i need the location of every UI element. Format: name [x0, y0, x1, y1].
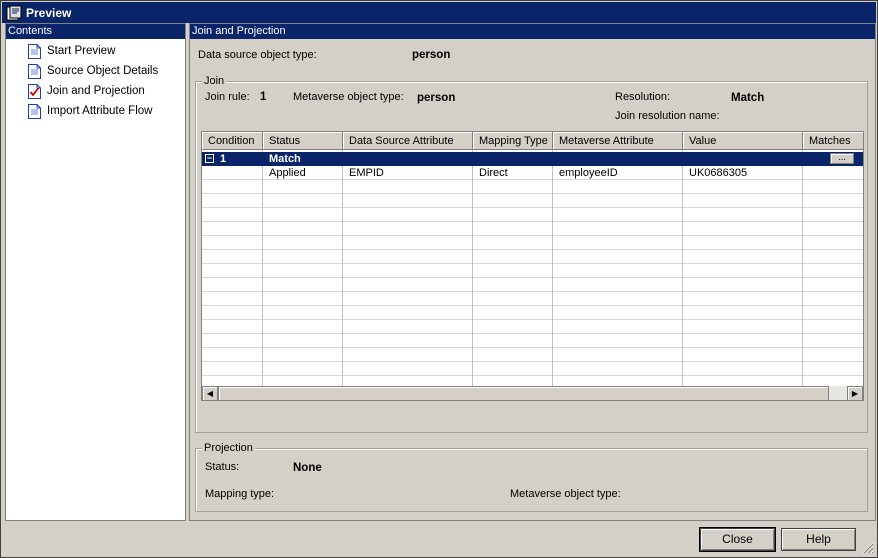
matches-ellipsis-button[interactable]: ... — [830, 153, 854, 164]
preview-window: Preview Contents Start Preview Source Ob… — [0, 0, 878, 558]
grid-row-line — [202, 207, 863, 208]
resolution-label: Resolution: — [615, 91, 671, 103]
horizontal-scrollbar[interactable]: ◀ ▶ — [202, 386, 863, 400]
grid-row-line — [202, 263, 863, 264]
column-header-value[interactable]: Value — [683, 132, 803, 150]
column-header-status[interactable]: Status — [263, 132, 343, 150]
resolution-value: Match — [731, 92, 765, 104]
nav-item-label: Import Attribute Flow — [47, 105, 153, 117]
column-header-condition[interactable]: Condition — [202, 132, 263, 150]
help-button[interactable]: Help — [781, 528, 856, 551]
grid-column-line — [472, 150, 473, 386]
mv-object-type-value: person — [417, 92, 456, 104]
document-checked-icon — [28, 83, 41, 99]
app-icon — [6, 5, 22, 20]
scroll-left-icon[interactable]: ◀ — [202, 386, 218, 400]
nav-item-import-attribute-flow[interactable]: Import Attribute Flow — [28, 102, 152, 120]
cell-value: UK0686305 — [689, 167, 748, 179]
cell-status: Applied — [269, 167, 306, 179]
grid-body: − 1 Match ... Applied EMPID Direct emplo… — [202, 150, 863, 386]
column-header-metaverse-attribute[interactable]: Metaverse Attribute — [553, 132, 683, 150]
mapping-type-label: Mapping type: — [205, 488, 275, 500]
projection-status-value: None — [293, 462, 322, 474]
cell-mapping-type: Direct — [479, 167, 508, 179]
join-group-title: Join — [202, 75, 227, 87]
projection-status-label: Status: — [205, 461, 240, 473]
grid-column-line — [552, 150, 553, 386]
window-title: Preview — [26, 6, 72, 20]
cell-condition — [202, 166, 208, 180]
projection-group: Projection — [195, 442, 868, 512]
cell-status: Match — [269, 153, 301, 165]
grid-row-line — [202, 193, 863, 194]
nav-item-source-object-details[interactable]: Source Object Details — [28, 62, 158, 80]
projection-group-title: Projection — [202, 442, 255, 454]
nav-item-join-and-projection[interactable]: Join and Projection — [28, 82, 145, 100]
pane-title: Join and Projection — [190, 24, 875, 39]
nav-item-start-preview[interactable]: Start Preview — [28, 42, 115, 60]
grid-row-line — [202, 291, 863, 292]
close-button[interactable]: Close — [699, 527, 776, 552]
grid-row-line — [202, 347, 863, 348]
join-rule-label: Join rule: — [205, 91, 250, 103]
grid-row-line — [202, 305, 863, 306]
document-icon — [28, 103, 41, 119]
table-row[interactable]: − 1 Match ... — [202, 152, 863, 166]
column-header-matches[interactable]: Matches — [803, 132, 863, 150]
resize-grip-icon[interactable] — [862, 542, 874, 554]
data-source-type-value: person — [412, 49, 451, 61]
column-header-mapping-type[interactable]: Mapping Type — [473, 132, 553, 150]
cell-metaverse-attribute: employeeID — [559, 167, 618, 179]
cell-data-source-attribute: EMPID — [349, 167, 384, 179]
join-rule-value: 1 — [260, 91, 267, 103]
table-row[interactable]: Applied EMPID Direct employeeID UK068630… — [202, 166, 863, 180]
grid-row-line — [202, 235, 863, 236]
contents-pane: Contents Start Preview Source Object Det… — [5, 23, 186, 521]
grid-column-line — [682, 150, 683, 386]
grid-column-line — [342, 150, 343, 386]
nav-item-label: Join and Projection — [47, 85, 145, 97]
grid-row-line — [202, 249, 863, 250]
cell-condition: 1 — [220, 153, 227, 165]
document-icon — [28, 43, 41, 59]
scrollbar-thumb[interactable] — [218, 386, 829, 400]
join-conditions-grid[interactable]: Condition Status Data Source Attribute M… — [201, 131, 864, 401]
grid-header: Condition Status Data Source Attribute M… — [202, 132, 863, 150]
collapse-icon[interactable]: − — [205, 154, 214, 163]
document-icon — [28, 63, 41, 79]
data-source-type-label: Data source object type: — [198, 49, 317, 61]
grid-row-line — [202, 361, 863, 362]
grid-column-line — [802, 150, 803, 386]
grid-row-line — [202, 375, 863, 376]
mv-object-type-label: Metaverse object type: — [293, 91, 404, 103]
scroll-right-icon[interactable]: ▶ — [847, 386, 863, 400]
grid-row-line — [202, 319, 863, 320]
nav-item-label: Source Object Details — [47, 65, 159, 77]
grid-row-line — [202, 333, 863, 334]
join-resolution-name-label: Join resolution name: — [615, 110, 720, 122]
title-bar[interactable]: Preview — [2, 2, 876, 23]
nav-item-label: Start Preview — [47, 45, 116, 57]
contents-header: Contents — [6, 24, 185, 39]
grid-column-line — [262, 150, 263, 386]
grid-row-line — [202, 221, 863, 222]
column-header-data-source-attribute[interactable]: Data Source Attribute — [343, 132, 473, 150]
grid-row-line — [202, 277, 863, 278]
projection-mv-type-label: Metaverse object type: — [510, 488, 621, 500]
